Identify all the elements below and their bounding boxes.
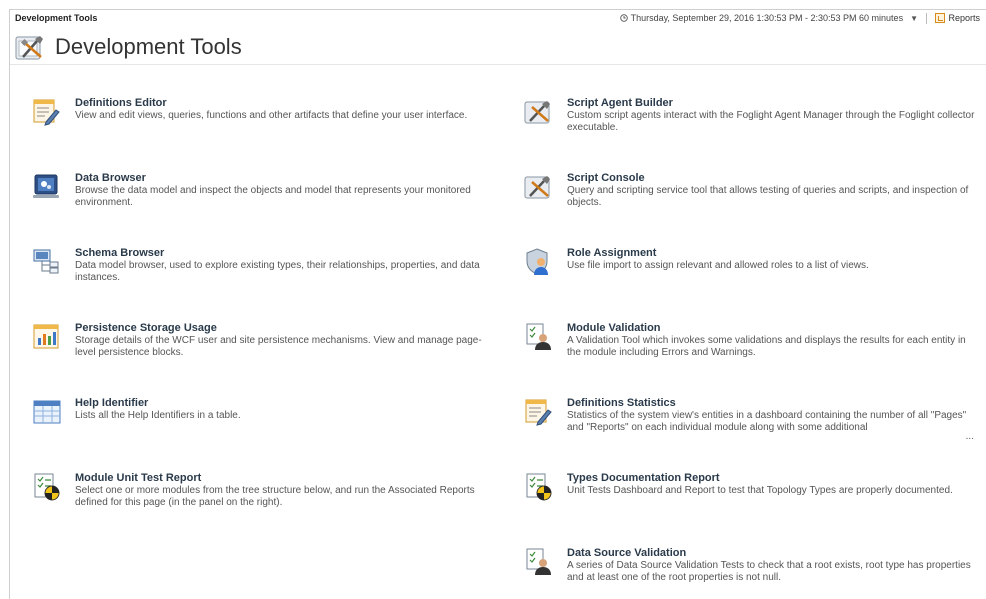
reports-button[interactable]: Reports [935,13,980,23]
breadcrumb: Development Tools [15,13,98,23]
tool-description: A Validation Tool which invokes some val… [567,335,966,358]
storage-chart-icon [33,324,59,349]
tool-name[interactable]: Definitions Statistics [567,397,676,409]
tool-description: Use file import to assign relevant and a… [567,260,869,271]
schema-browser-icon [33,249,59,274]
script-agent-builder-icon [524,101,550,124]
script-console-icon [524,176,550,199]
role-assignment-icon [526,248,548,275]
tool-name[interactable]: Role Assignment [567,247,656,259]
tool-description: View and edit views, queries, functions … [75,110,468,121]
tool-description: Storage details of the WCF user and site… [75,335,482,358]
page-title: Development Tools [55,34,242,59]
tool-name[interactable]: Module Validation [567,322,661,334]
tool-name[interactable]: Script Agent Builder [567,97,673,109]
table-icon [33,400,61,424]
tool-name[interactable]: Module Unit Test Report [75,472,201,484]
data-browser-icon [33,174,59,198]
tool-description: A series of Data Source Validation Tests… [567,560,971,583]
chevron-down-icon[interactable]: ▼ [910,14,918,23]
tool-name[interactable]: Definitions Editor [75,97,167,109]
tool-description: Statistics of the system view's entities… [567,410,967,433]
data-source-validation-icon [526,548,551,575]
tool-name[interactable]: Data Browser [75,172,146,184]
tool-description: Lists all the Help Identifiers in a tabl… [75,410,241,421]
tool-name[interactable]: Persistence Storage Usage [75,322,217,334]
tool-name[interactable]: Types Documentation Report [567,472,720,484]
time-range-label: Thursday, September 29, 2016 1:30:53 PM … [630,13,904,23]
header-divider [10,64,986,65]
types-doc-report-icon [526,473,552,501]
unit-test-report-icon [34,473,60,501]
time-range-selector[interactable]: Thursday, September 29, 2016 1:30:53 PM … [619,13,918,23]
reports-icon [935,13,946,23]
dev-tools-icon [15,36,43,60]
tool-name[interactable]: Help Identifier [75,397,148,409]
page-header: Development Tools [15,32,242,62]
reports-label: Reports [948,13,980,23]
clock-icon [619,14,628,22]
tool-description: Unit Tests Dashboard and Report to test … [567,485,953,496]
more-indicator[interactable]: ... [966,431,974,442]
divider [926,13,927,24]
tool-name[interactable]: Schema Browser [75,247,164,259]
tool-name[interactable]: Data Source Validation [567,547,686,559]
tool-description: Custom script agents interact with the F… [567,110,975,133]
definitions-editor-icon [33,99,60,126]
tool-description: Query and scripting service tool that al… [567,185,969,208]
tool-description: Browse the data model and inspect the ob… [75,185,471,208]
definitions-statistics-icon [525,399,552,426]
top-bar: Development Tools Thursday, September 29… [15,13,980,27]
tool-description: Select one or more modules from the tree… [75,485,475,508]
module-validation-icon [526,323,551,350]
tool-name[interactable]: Script Console [567,172,645,184]
tool-description: Data model browser, used to explore exis… [75,260,480,283]
